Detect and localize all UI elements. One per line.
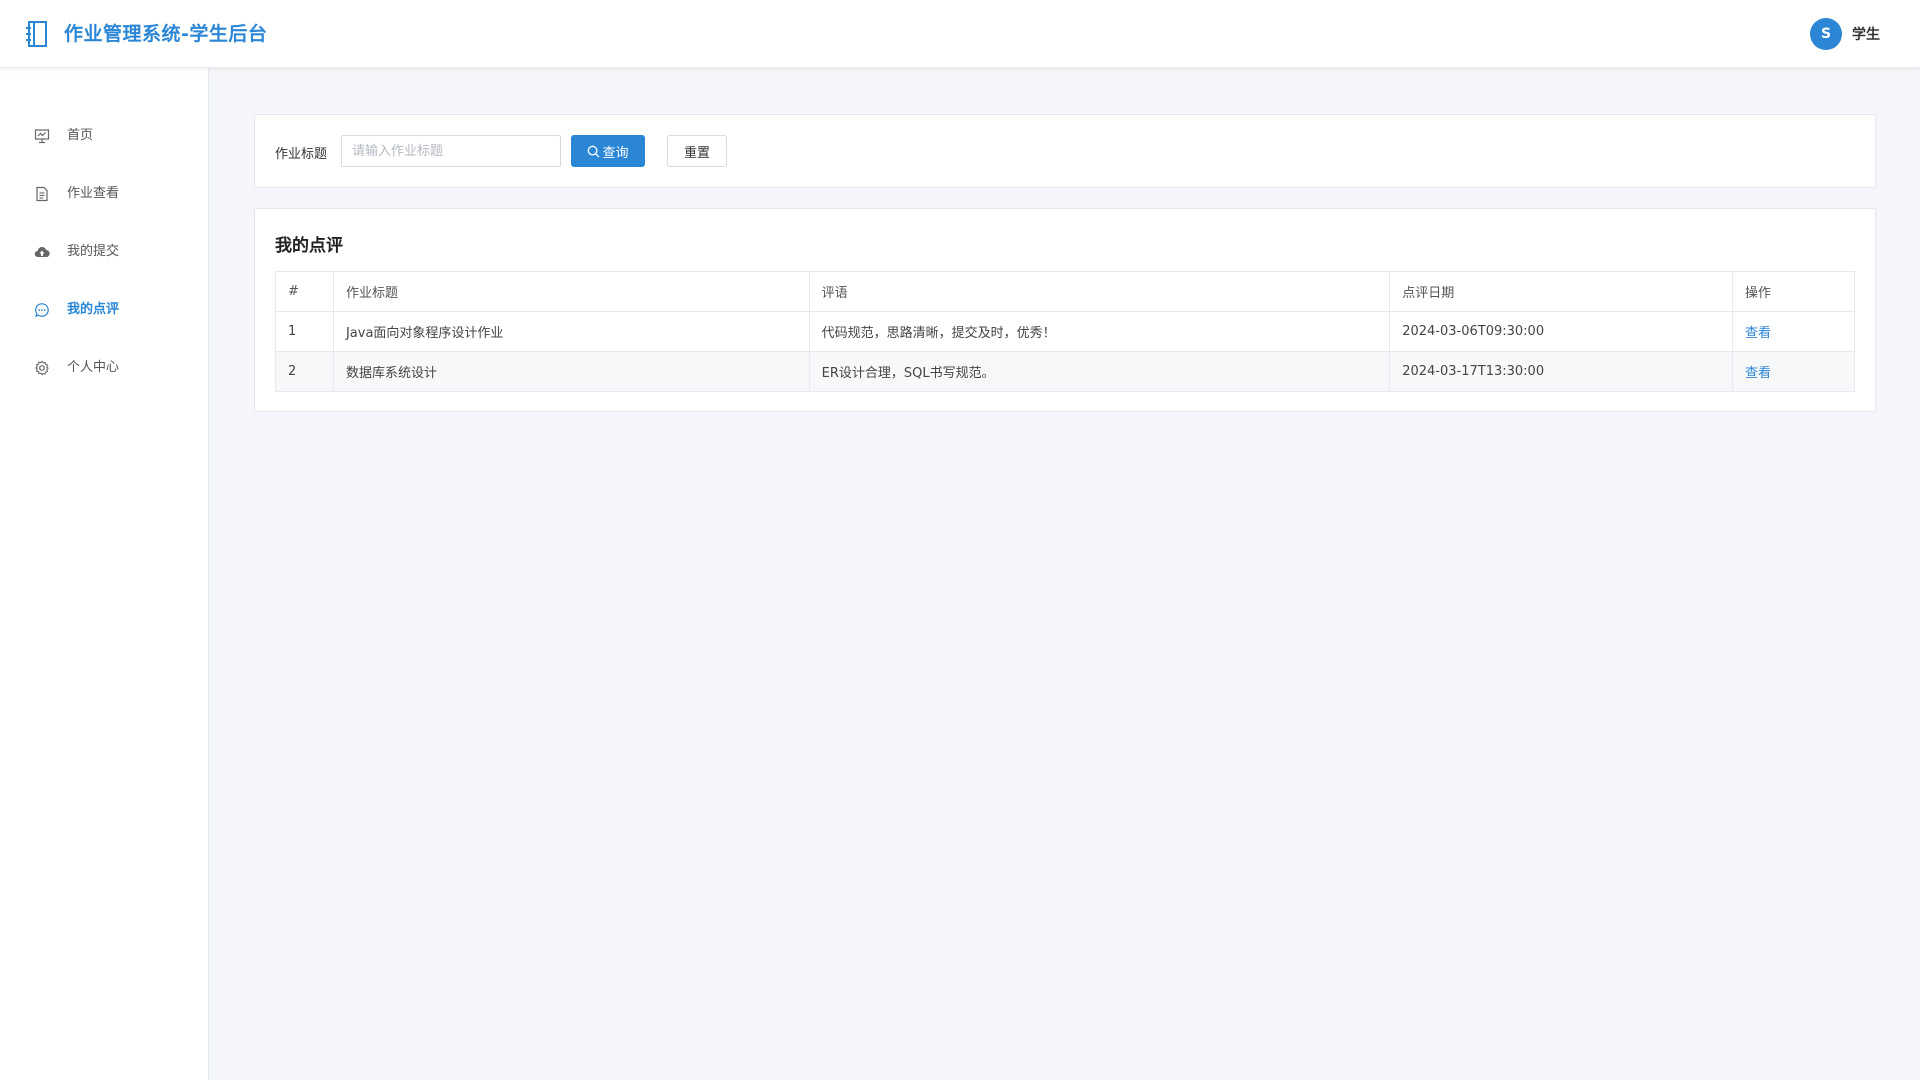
section-title: 我的点评 <box>275 236 343 256</box>
gear-icon <box>35 360 49 376</box>
table-row: 2 数据库系统设计 ER设计合理，SQL书写规范。 2024-03-17T13:… <box>275 351 1855 392</box>
search-label: 作业标题 <box>275 147 328 162</box>
row-date: 2024-03-17T13:30:00 <box>1389 351 1734 392</box>
user-menu[interactable]: S 学生 <box>1810 18 1880 50</box>
sidebar-item-submissions[interactable]: 我的提交 <box>0 232 208 272</box>
table-row: 1 Java面向对象程序设计作业 代码规范，思路清晰，提交及时，优秀！ 2024… <box>275 311 1855 352</box>
user-name[interactable]: 学生 <box>1852 24 1880 44</box>
document-icon <box>36 186 48 202</box>
sidebar-item-home[interactable]: 首页 <box>0 116 208 156</box>
row-action-cell: 查看 <box>1732 351 1855 392</box>
reviews-table: # 作业标题 评语 点评日期 操作 1 Java面向对象程序设计作业 代码规范，… <box>275 271 1855 392</box>
sidebar-item-label: 首页 <box>67 128 94 143</box>
row-index: 1 <box>275 311 334 352</box>
column-header-title: 作业标题 <box>332 271 810 312</box>
chat-icon <box>34 303 49 318</box>
sidebar-item-label: 我的点评 <box>67 302 120 317</box>
presentation-icon <box>34 129 50 144</box>
row-comment: ER设计合理，SQL书写规范。 <box>808 351 1391 392</box>
sidebar: 首页 作业查看 我的提交 我的点评 个人中心 <box>0 68 209 1080</box>
app-title: 作业管理系统-学生后台 <box>64 23 268 45</box>
reviews-panel: 我的点评 # 作业标题 评语 点评日期 操作 1 Java面向对象程序设计作业 … <box>254 208 1876 412</box>
table-header-row: # 作业标题 评语 点评日期 操作 <box>275 271 1855 312</box>
view-link[interactable]: 查看 <box>1745 366 1771 381</box>
view-link[interactable]: 查看 <box>1745 326 1771 341</box>
sidebar-item-profile[interactable]: 个人中心 <box>0 348 208 388</box>
search-icon <box>588 145 600 157</box>
top-header: 作业管理系统-学生后台 S 学生 <box>0 0 1920 68</box>
sidebar-item-reviews[interactable]: 我的点评 <box>0 290 208 330</box>
column-header-date: 点评日期 <box>1389 271 1734 312</box>
sidebar-item-label: 我的提交 <box>67 244 120 259</box>
row-comment: 代码规范，思路清晰，提交及时，优秀！ <box>808 311 1391 352</box>
avatar[interactable]: S <box>1810 18 1842 50</box>
column-header-action: 操作 <box>1732 271 1855 312</box>
notebook-icon <box>26 21 47 47</box>
sidebar-item-label: 个人中心 <box>67 360 120 375</box>
row-title: 数据库系统设计 <box>332 351 810 392</box>
row-date: 2024-03-06T09:30:00 <box>1389 311 1734 352</box>
column-header-index: # <box>275 271 334 312</box>
reset-button[interactable]: 重置 <box>667 135 727 167</box>
search-panel: 作业标题 查询 重置 <box>254 114 1876 188</box>
query-button-label: 查询 <box>602 144 629 160</box>
sidebar-item-label: 作业查看 <box>67 186 120 201</box>
query-button[interactable]: 查询 <box>571 135 645 167</box>
cloud-upload-icon <box>34 247 50 258</box>
search-input[interactable] <box>341 135 561 167</box>
sidebar-item-homework[interactable]: 作业查看 <box>0 174 208 214</box>
column-header-comment: 评语 <box>808 271 1391 312</box>
row-title: Java面向对象程序设计作业 <box>332 311 810 352</box>
row-action-cell: 查看 <box>1732 311 1855 352</box>
row-index: 2 <box>275 351 334 392</box>
